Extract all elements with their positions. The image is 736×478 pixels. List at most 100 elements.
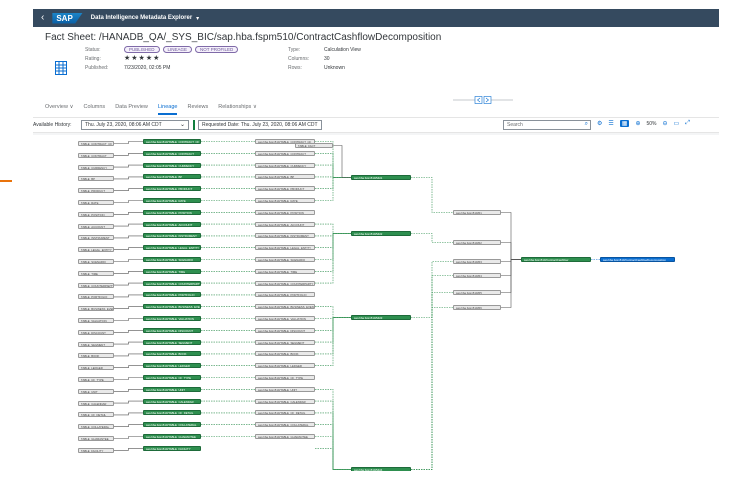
view-node[interactable]: sap.hba.fspm510/TABLE_COLLATERAL: [255, 422, 315, 428]
fit-screen-icon[interactable]: ▭: [674, 120, 680, 127]
source-node[interactable]: TABLE_PRODUCT: [78, 188, 114, 194]
view-node[interactable]: sap.hba.fspm510/TABLE_UNIT: [255, 386, 315, 392]
view-node[interactable]: sap.hba.fspm510/R3: [453, 259, 501, 264]
source-node[interactable]: TABLE_CURRENCY: [78, 164, 114, 170]
tab-reviews[interactable]: Reviews: [187, 104, 208, 115]
view-node[interactable]: sap.hba.fspm510/TABLE_COLLATERAL: [143, 422, 201, 428]
view-node[interactable]: sap.hba.fspm510/TABLE_RATE: [255, 198, 315, 203]
view-node[interactable]: sap.hba.fspm510/TABLE_VALUATION: [255, 316, 315, 321]
source-node[interactable]: TABLE_CF_TYPE: [78, 377, 114, 382]
source-node[interactable]: TABLE_SCENARIO: [78, 259, 114, 264]
view-node[interactable]: sap.hba.fspm510/TABLE_DISCOUNT: [255, 327, 315, 333]
view-node[interactable]: sap.hba.fspm510/TABLE_CALENDAR: [255, 398, 315, 404]
view-node[interactable]: sap.hba.fspm510/R1: [453, 210, 501, 215]
view-node[interactable]: sap.hba.fspm510/TABLE_COUNTERPARTY: [143, 280, 201, 286]
source-node[interactable]: TABLE_FACILITY: [78, 447, 114, 453]
view-node[interactable]: sap.hba.fspm510/TABLE_BP: [143, 174, 201, 180]
view-node[interactable]: sap.hba.fspm510/TABLE_PRODUCT: [143, 186, 201, 192]
view-node[interactable]: sap.hba.fspm510/Mid3: [351, 315, 411, 320]
final-node[interactable]: sap.hba.fspm510/ContractCashflowDecompos…: [600, 257, 675, 262]
source-node[interactable]: TABLE_FACT: [295, 143, 333, 148]
source-node[interactable]: TABLE_RATE: [78, 200, 114, 205]
view-node[interactable]: sap.hba.fspm510/TABLE_UNIT: [143, 386, 201, 392]
view-node[interactable]: sap.hba.fspm510/TABLE_POSITION: [143, 209, 201, 215]
view-node[interactable]: sap.hba.fspm510/TABLE_PORTFOLIO: [255, 292, 315, 298]
source-node[interactable]: TABLE_TIME: [78, 270, 114, 276]
view-node[interactable]: sap.hba.fspm510/TABLE_LEDGER: [143, 363, 201, 369]
source-node[interactable]: TABLE_COUNTERPARTY: [78, 282, 114, 288]
source-node[interactable]: TABLE_BP: [78, 176, 114, 182]
tab-overview[interactable]: Overview ∨: [45, 104, 73, 115]
view-node[interactable]: sap.hba.fspm510/TABLE_SEGMENT: [255, 339, 315, 345]
view-node[interactable]: sap.hba.fspm510/TABLE_GUARANTEE: [255, 434, 315, 439]
source-node[interactable]: TABLE_PORTFOLIO: [78, 294, 114, 300]
tab-columns[interactable]: Columns: [83, 104, 105, 115]
lineage-graph[interactable]: TABLE_CONTRACT_CF sap.hba.fspm510/TABLE_C…: [33, 135, 719, 471]
source-node[interactable]: TABLE_GUARANTEE: [78, 436, 114, 441]
tab-relationships[interactable]: Relationships ∨: [218, 104, 257, 115]
view-node[interactable]: sap.hba.fspm510/TABLE_BOOK: [255, 351, 315, 357]
view-node[interactable]: sap.hba.fspm510/TABLE_BOOK: [143, 351, 201, 357]
view-node[interactable]: sap.hba.fspm510/R5: [453, 290, 501, 295]
source-node[interactable]: TABLE_VALUATION: [78, 318, 114, 323]
zoom-in-icon[interactable]: ⊕: [635, 120, 640, 127]
view-node[interactable]: sap.hba.fspm510/TABLE_BP: [255, 174, 315, 180]
view-node[interactable]: sap.hba.fspm510/TABLE_CF_DETAIL: [255, 410, 315, 416]
view-node[interactable]: sap.hba.fspm510/R6: [453, 305, 501, 310]
view-node[interactable]: sap.hba.fspm510/TABLE_COUNTERPARTY: [255, 280, 315, 286]
source-node[interactable]: TABLE_COLLATERAL: [78, 424, 114, 430]
legend-icon[interactable]: ☰: [608, 120, 613, 127]
source-node[interactable]: TABLE_UNIT: [78, 388, 114, 394]
tab-data-preview[interactable]: Data Preview: [115, 104, 148, 115]
view-node[interactable]: sap.hba.fspm510/TABLE_SCENARIO: [143, 257, 201, 262]
view-node[interactable]: sap.hba.fspm510/TABLE_CF_DETAIL: [143, 410, 201, 416]
view-node[interactable]: sap.hba.fspm510/TABLE_GUARANTEE: [143, 434, 201, 439]
fullscreen-icon[interactable]: ⤢: [685, 120, 690, 127]
view-node[interactable]: sap.hba.fspm510/TABLE_CURRENCY: [255, 162, 315, 168]
view-node[interactable]: sap.hba.fspm510/TABLE_DISCOUNT: [143, 327, 201, 333]
view-node[interactable]: sap.hba.fspm510/TABLE_LEDGER: [255, 363, 315, 369]
view-node[interactable]: sap.hba.fspm510/TABLE_TIME: [255, 268, 315, 274]
source-node[interactable]: TABLE_ACCOUNT: [78, 223, 114, 229]
view-node[interactable]: sap.hba.fspm510/TABLE_BUSINESS_EVENT: [143, 304, 201, 310]
source-node[interactable]: TABLE_CONTRACT_CF: [78, 141, 114, 146]
view-node[interactable]: sap.hba.fspm510/TABLE_RATE: [143, 198, 201, 203]
view-node[interactable]: sap.hba.fspm510/R2: [453, 240, 501, 245]
source-node[interactable]: TABLE_CF_DETAIL: [78, 412, 114, 418]
view-node[interactable]: sap.hba.fspm510/TABLE_SEGMENT: [143, 339, 201, 345]
source-node[interactable]: TABLE_INSTRUMENT: [78, 235, 114, 241]
view-node[interactable]: sap.hba.fspm510/TABLE_CONTRACT: [143, 150, 201, 156]
view-node[interactable]: sap.hba.fspm510/TABLE_PORTFOLIO: [143, 292, 201, 298]
view-node[interactable]: sap.hba.fspm510/R4: [453, 273, 501, 278]
back-button[interactable]: ‹: [41, 13, 44, 23]
view-node[interactable]: sap.hba.fspm510/TABLE_CF_TYPE: [255, 375, 315, 380]
view-node[interactable]: sap.hba.fspm510/TABLE_BUSINESS_EVENT: [255, 304, 315, 310]
view-node[interactable]: sap.hba.fspm510/TABLE_TIME: [143, 268, 201, 274]
tab-lineage[interactable]: Lineage: [157, 104, 178, 115]
rating-stars[interactable]: ★★★★★: [124, 54, 160, 62]
view-node[interactable]: sap.hba.fspm510/Mid1: [351, 175, 411, 180]
source-node[interactable]: TABLE_BOOK: [78, 353, 114, 359]
view-node[interactable]: sap.hba.fspm510/TABLE_CONTRACT_CF: [143, 139, 201, 144]
view-node[interactable]: sap.hba.fspm510/TABLE_CALENDAR: [143, 398, 201, 404]
view-node[interactable]: sap.hba.fspm510/TABLE_LEGAL_ENTITY: [255, 245, 315, 251]
search-icon[interactable]: ⌕: [585, 121, 588, 128]
collapse-header-toggle[interactable]: [453, 96, 513, 104]
source-node[interactable]: TABLE_DISCOUNT: [78, 329, 114, 335]
view-node[interactable]: sap.hba.fspm510/ContractCashflow: [521, 257, 591, 262]
source-node[interactable]: TABLE_LEGAL_ENTITY: [78, 247, 114, 253]
view-node[interactable]: sap.hba.fspm510/TABLE_CURRENCY: [143, 162, 201, 168]
view-node[interactable]: sap.hba.fspm510/TABLE_SCENARIO: [255, 257, 315, 262]
view-node[interactable]: sap.hba.fspm510/TABLE_CONTRACT: [255, 150, 315, 156]
view-node[interactable]: sap.hba.fspm510/TABLE_VALUATION: [143, 316, 201, 321]
view-node[interactable]: sap.hba.fspm510/Mid2: [351, 231, 411, 236]
view-node[interactable]: sap.hba.fspm510/TABLE_INSTRUMENT: [143, 233, 201, 239]
view-node[interactable]: sap.hba.fspm510/TABLE_CF_TYPE: [143, 375, 201, 380]
view-node[interactable]: sap.hba.fspm510/TABLE_FACILITY: [143, 445, 201, 451]
view-node[interactable]: sap.hba.fspm510/TABLE_LEGAL_ENTITY: [143, 245, 201, 251]
zoom-out-icon[interactable]: ⊖: [663, 120, 668, 127]
history-select[interactable]: Thu. July 23, 2020, 08:06 AM CDT ⌄: [81, 120, 189, 130]
settings-icon[interactable]: ⚙: [597, 120, 602, 127]
search-input[interactable]: Search ⌕: [503, 120, 591, 130]
view-node[interactable]: sap.hba.fspm510/TABLE_ACCOUNT: [143, 221, 201, 227]
